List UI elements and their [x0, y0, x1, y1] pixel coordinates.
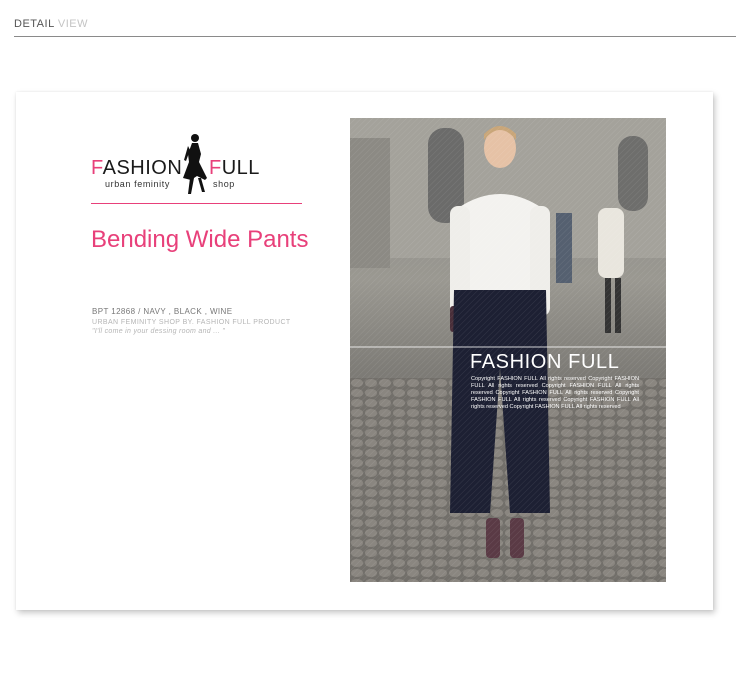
- product-code-colors: BPT 12868 / NAVY , BLACK , WINE: [92, 307, 233, 316]
- logo-divider: [91, 203, 302, 204]
- street-style-photo-image: [350, 118, 666, 582]
- logo-subtext-right: shop: [213, 179, 235, 189]
- product-photo: FASHION FULL Copyright FASHION FULL All …: [350, 118, 666, 582]
- header-title-view: VIEW: [57, 18, 88, 30]
- photo-brand-text: FASHION FULL: [470, 351, 620, 373]
- product-quote: "I'll come in your dessing room and ... …: [92, 328, 225, 335]
- logo-subtext-left: urban feminity: [105, 179, 170, 189]
- woman-silhouette-icon: [183, 134, 207, 194]
- brand-logo: FASHION FULL urban feminity shop: [91, 132, 301, 202]
- photo-copyright-text: Copyright FASHION FULL All rights reserv…: [471, 376, 639, 410]
- logo-text-right: FULL: [209, 157, 260, 179]
- product-shop-line: URBAN FEMINITY SHOP BY. FASHION FULL PRO…: [92, 319, 291, 326]
- section-header: DETAIL VIEW: [14, 16, 736, 37]
- logo-text-left: FASHION: [91, 157, 183, 179]
- product-title: Bending Wide Pants: [91, 226, 309, 253]
- header-title-detail: DETAIL: [14, 18, 55, 30]
- product-detail-card: FASHION FULL urban feminity shop Bending…: [16, 92, 713, 610]
